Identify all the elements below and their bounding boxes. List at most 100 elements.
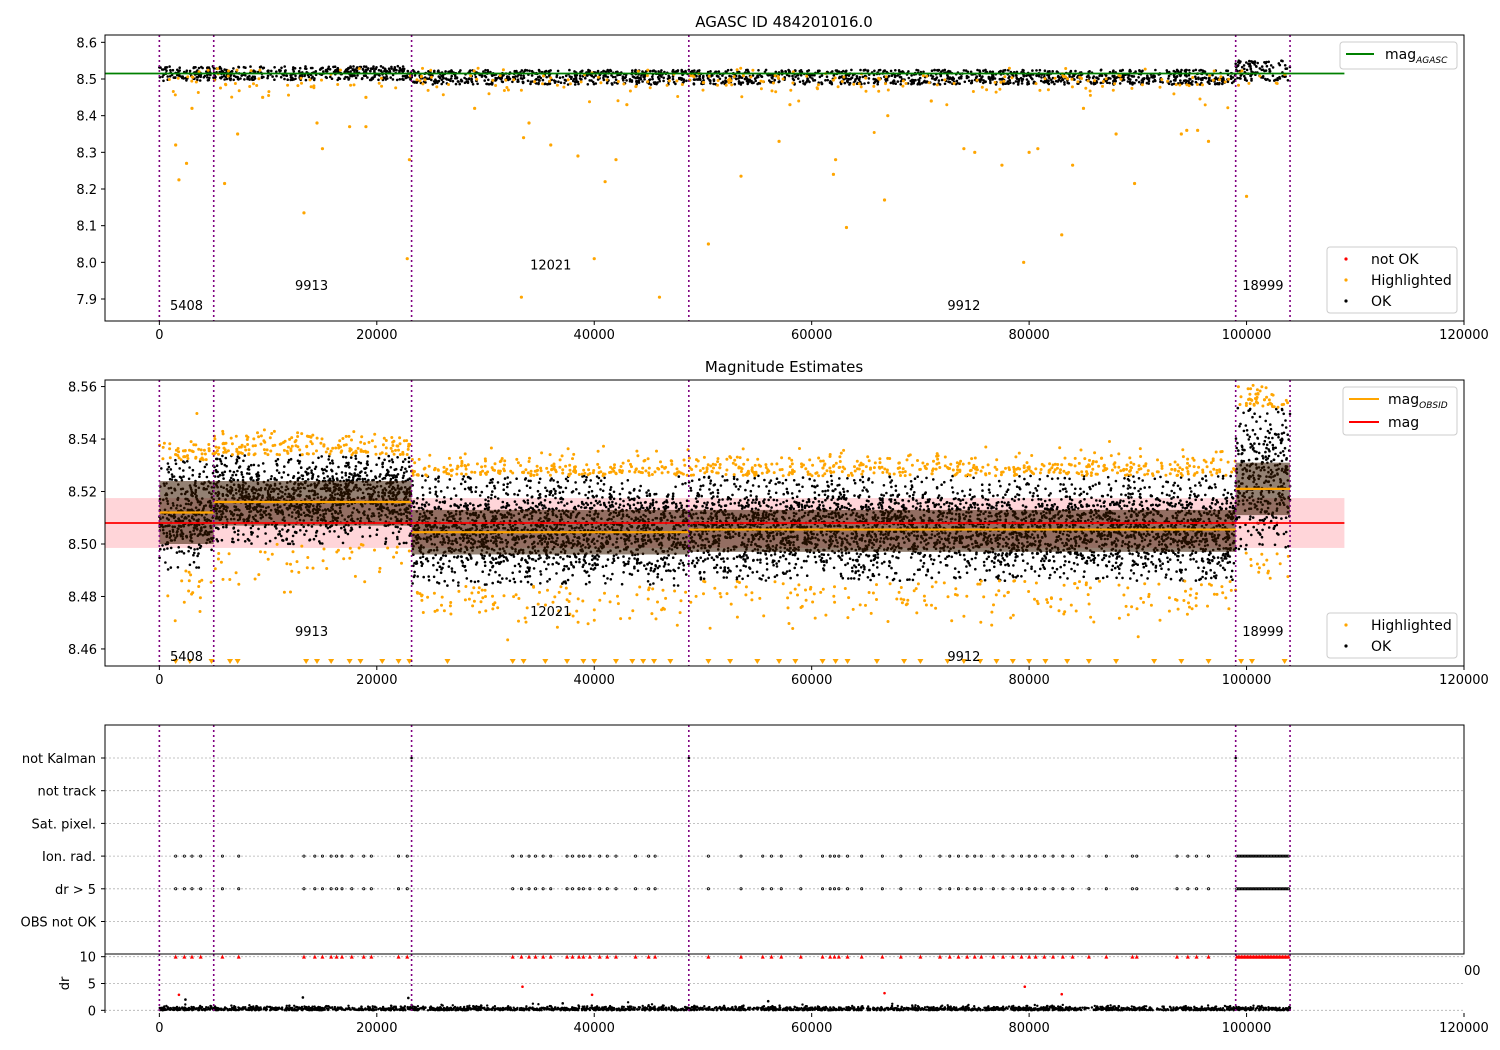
highlighted-point bbox=[504, 78, 508, 82]
ok-point bbox=[232, 527, 235, 530]
ok-point bbox=[222, 525, 225, 529]
highlighted-point bbox=[258, 68, 262, 72]
ok-point bbox=[520, 558, 523, 562]
ok-point bbox=[938, 83, 942, 86]
ok-point bbox=[639, 78, 643, 81]
ok-point bbox=[228, 77, 232, 80]
highlighted-point bbox=[1034, 82, 1038, 86]
ok-point bbox=[400, 466, 404, 469]
highlighted-point bbox=[378, 566, 382, 570]
highlighted-point bbox=[311, 566, 315, 570]
x-tick-label: 40000 bbox=[574, 328, 615, 343]
ok-point bbox=[963, 80, 967, 84]
highlighted-point bbox=[1003, 75, 1007, 79]
ok-point bbox=[607, 501, 611, 504]
highlighted-point bbox=[836, 85, 840, 89]
ok-point bbox=[364, 68, 368, 71]
ok-point bbox=[306, 478, 310, 481]
ok-point bbox=[441, 554, 445, 557]
ok-point bbox=[599, 479, 603, 483]
highlighted-point bbox=[426, 88, 430, 92]
ok-point bbox=[544, 82, 547, 86]
highlighted-point bbox=[430, 75, 433, 79]
ok-point bbox=[1268, 70, 1271, 73]
ok-point bbox=[356, 477, 360, 481]
highlighted-point bbox=[249, 69, 253, 73]
ok-point bbox=[651, 498, 655, 502]
ok-point bbox=[1248, 62, 1252, 66]
ok-point bbox=[335, 477, 339, 480]
ok-point bbox=[610, 74, 613, 77]
obsid-spread-band bbox=[213, 481, 412, 526]
ok-point bbox=[570, 563, 573, 566]
highlighted-point bbox=[707, 74, 711, 78]
highlighted-point bbox=[190, 79, 194, 83]
ok-point bbox=[456, 80, 460, 83]
highlighted-point bbox=[357, 67, 361, 71]
ok-point bbox=[358, 474, 362, 478]
ok-point bbox=[299, 529, 302, 532]
highlighted-point bbox=[263, 451, 267, 455]
ok-point bbox=[393, 66, 397, 69]
ok-point bbox=[391, 531, 395, 535]
ok-point bbox=[1236, 64, 1240, 67]
ok-point bbox=[603, 74, 606, 77]
ok-point bbox=[234, 473, 238, 477]
ok-point bbox=[246, 537, 250, 541]
ok-point bbox=[1069, 69, 1073, 73]
highlighted-point bbox=[174, 143, 178, 147]
ok-point bbox=[999, 77, 1003, 81]
agasc-legend-status: not OK Highlighted OK bbox=[1326, 246, 1458, 314]
highlighted-point bbox=[527, 121, 531, 125]
highlighted-point bbox=[350, 550, 354, 554]
highlighted-point bbox=[322, 443, 326, 447]
ok-point bbox=[558, 76, 562, 79]
ok-point bbox=[367, 478, 370, 482]
ok-point bbox=[228, 469, 232, 473]
highlighted-point bbox=[415, 78, 419, 82]
ok-point bbox=[787, 68, 790, 72]
ok-point bbox=[223, 78, 226, 81]
ok-point bbox=[317, 475, 320, 478]
ok-point bbox=[231, 537, 234, 541]
highlighted-point bbox=[199, 457, 203, 461]
ok-point bbox=[563, 504, 566, 507]
highlighted-point bbox=[716, 83, 719, 87]
ok-point bbox=[1031, 69, 1034, 72]
ok-point bbox=[568, 68, 571, 72]
ok-point bbox=[394, 467, 398, 471]
highlighted-point bbox=[1274, 81, 1278, 85]
ok-point bbox=[291, 540, 294, 543]
ok-point bbox=[312, 78, 316, 82]
ok-point bbox=[349, 70, 352, 73]
ok-point bbox=[242, 533, 245, 536]
ok-point bbox=[342, 455, 345, 459]
ok-point bbox=[182, 77, 185, 80]
highlighted-point bbox=[390, 436, 394, 439]
highlighted-point bbox=[272, 429, 276, 433]
ok-point bbox=[261, 462, 265, 465]
ok-point bbox=[543, 499, 547, 502]
highlighted-point bbox=[311, 452, 315, 456]
ok-point bbox=[1035, 74, 1038, 78]
highlighted-point bbox=[326, 447, 330, 451]
ok-point bbox=[728, 74, 731, 78]
ok-point bbox=[538, 75, 541, 78]
ok-point bbox=[242, 459, 245, 463]
ok-point bbox=[390, 458, 394, 461]
ok-point bbox=[301, 474, 305, 478]
highlighted-point bbox=[407, 158, 412, 162]
ok-point bbox=[738, 74, 741, 78]
ok-point bbox=[304, 65, 307, 68]
ok-point bbox=[1114, 77, 1117, 80]
ok-point bbox=[1153, 74, 1156, 78]
highlighted-point bbox=[702, 81, 706, 84]
ok-point bbox=[577, 492, 581, 495]
ok-point bbox=[248, 74, 251, 78]
highlighted-point bbox=[1043, 77, 1047, 81]
highlighted-point bbox=[299, 76, 303, 80]
ok-point bbox=[1046, 70, 1050, 73]
ok-point bbox=[636, 75, 639, 79]
highlighted-point bbox=[962, 147, 966, 151]
ok-point bbox=[528, 69, 531, 73]
